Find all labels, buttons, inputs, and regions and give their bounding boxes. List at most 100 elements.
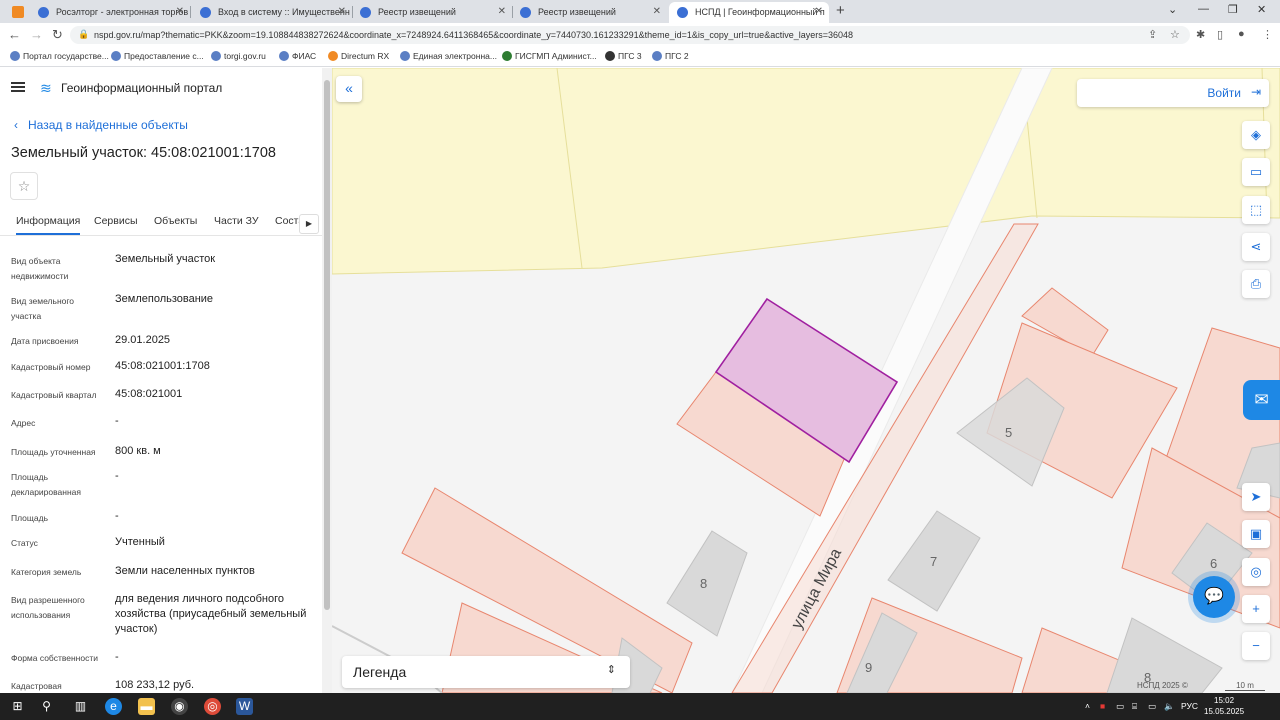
bookmark-item[interactable]: Directum RX <box>328 51 389 61</box>
bookmark-item[interactable]: ГИСГМП Админист... <box>502 51 597 61</box>
property-value: 45:08:021001:1708 <box>115 360 210 372</box>
bookmark-favicon-icon <box>400 51 410 61</box>
select-area-button[interactable]: ⬚ <box>1242 196 1270 224</box>
lock-icon: 🔒 <box>78 29 90 39</box>
messages-button[interactable]: 💬 <box>1193 576 1235 618</box>
zoom-in-button[interactable]: + <box>1242 595 1270 623</box>
menu-burger-icon[interactable] <box>11 82 25 92</box>
bookmarks-bar: Портал государстве... Предоставление с..… <box>0 47 1280 67</box>
tab-favicon-icon <box>360 7 371 18</box>
tray-display-icon[interactable]: ▭ <box>1116 701 1124 712</box>
measure-button[interactable]: ▭ <box>1242 158 1270 186</box>
tabs-scroll-right-icon[interactable]: ▶ <box>299 214 319 234</box>
map-scale: 10 m <box>1225 681 1265 691</box>
profile-icon[interactable]: ● <box>1238 28 1245 40</box>
app-area: ≋ Геоинформационный портал ‹ Назад в найд… <box>0 68 1280 693</box>
bookmark-item[interactable]: Единая электронна... <box>400 51 497 61</box>
share-button[interactable]: ⋖ <box>1242 233 1270 261</box>
language-indicator[interactable]: РУС <box>1181 701 1198 711</box>
search-icon[interactable]: ⚲ <box>38 698 55 715</box>
tray-network-icon[interactable]: ⌸ <box>1132 701 1137 712</box>
bookmark-item[interactable]: ФИАС <box>279 51 316 61</box>
tab-login[interactable]: Вход в систему :: Имущественн ✕ <box>192 2 352 23</box>
bookmark-favicon-icon <box>502 51 512 61</box>
chrome-icon[interactable]: ◎ <box>204 698 221 715</box>
forward-button[interactable]: → <box>30 27 43 42</box>
back-button[interactable]: ← <box>8 27 21 42</box>
tab-favicon-icon <box>38 7 49 18</box>
minimize-button[interactable]: — <box>1198 3 1209 15</box>
tab-separator <box>190 6 191 18</box>
login-button[interactable]: Войти ⇥ <box>1077 79 1269 107</box>
minimap-button[interactable]: ▣ <box>1242 520 1270 548</box>
edge-icon[interactable]: e <box>105 698 122 715</box>
close-icon[interactable]: ✕ <box>815 6 823 17</box>
maximize-button[interactable]: ❐ <box>1228 3 1238 16</box>
tab-notices-2[interactable]: Реестр извещений ✕ <box>512 2 667 23</box>
share-icon[interactable]: ⇪ <box>1148 28 1157 41</box>
tab-favicon-icon <box>677 7 688 18</box>
close-icon[interactable]: ✕ <box>338 6 346 17</box>
bookmark-item[interactable]: ПГС 2 <box>652 51 689 61</box>
chat-bubble-icon: ✉ <box>1254 390 1269 409</box>
close-window-button[interactable]: ✕ <box>1257 3 1266 16</box>
app-icon[interactable]: ◉ <box>171 698 188 715</box>
windows-taskbar: ⊞ ⚲ ▥ e ▬ ◉ ◎ W ˄ ■ ▭ ⌸ ▭ 🔈 РУС 15:02 15… <box>0 693 1280 720</box>
tray-app-icon[interactable]: ■ <box>1100 701 1105 711</box>
task-view-icon[interactable]: ▥ <box>72 698 89 715</box>
file-explorer-icon[interactable]: ▬ <box>138 698 155 715</box>
tab-services[interactable]: Сервисы <box>94 215 138 227</box>
new-tab-button[interactable]: + <box>836 2 845 19</box>
property-label: Площадь декларированная <box>11 472 81 497</box>
url-field[interactable]: 🔒 nspd.gov.ru/map?thematic=PKK&zoom=19.1… <box>70 26 1190 44</box>
property-label: Площадь <box>11 513 49 523</box>
panel-tabs: Информация Сервисы Объекты Части ЗУ Сост… <box>0 206 322 236</box>
print-button[interactable]: ⎙ <box>1242 270 1270 298</box>
tab-information[interactable]: Информация <box>16 215 81 235</box>
property-value: 45:08:021001 <box>115 388 183 400</box>
assistant-button[interactable]: ✉ <box>1243 380 1280 420</box>
close-icon[interactable]: ✕ <box>653 6 661 17</box>
layers-button[interactable]: ◈ <box>1242 121 1270 149</box>
back-to-results-link[interactable]: ‹ Назад в найденные объекты <box>14 118 188 132</box>
bookmark-item[interactable]: torgi.gov.ru <box>211 51 266 61</box>
extensions-icon[interactable]: ✱ <box>1196 28 1205 41</box>
tab-parts[interactable]: Части ЗУ <box>214 215 259 227</box>
sidepanel-icon[interactable]: ▯ <box>1217 28 1223 41</box>
ruler-icon: ▭ <box>1249 164 1263 179</box>
tab-objects[interactable]: Объекты <box>154 215 197 227</box>
locate-button[interactable]: ➤ <box>1242 483 1270 511</box>
panel-scrollbar[interactable] <box>322 68 332 693</box>
bookmark-item[interactable]: ПГС 3 <box>605 51 642 61</box>
tray-battery-icon[interactable]: ▭ <box>1148 701 1156 712</box>
menu-icon[interactable]: ⋮ <box>1262 28 1273 41</box>
collapse-panel-button[interactable]: « <box>336 76 362 102</box>
zoom-out-button[interactable]: − <box>1242 632 1270 660</box>
bookmark-item[interactable]: Портал государстве... <box>10 51 109 61</box>
clock[interactable]: 15:02 15.05.2025 <box>1204 695 1244 717</box>
volume-icon[interactable]: 🔈 <box>1164 701 1175 712</box>
close-icon[interactable]: ✕ <box>498 6 506 17</box>
property-value: Землепользование <box>115 293 214 305</box>
building-number: 5 <box>1005 425 1012 440</box>
tab-nspd[interactable]: НСПД | Геоинформационный п ✕ <box>669 2 829 23</box>
reload-button[interactable]: ↻ <box>52 27 63 43</box>
bookmark-item[interactable]: Предоставление с... <box>111 51 204 61</box>
tab-roseltorg[interactable]: Росэлторг - электронная торгов ✕ <box>30 2 190 23</box>
message-icon: 💬 <box>1204 588 1224 605</box>
legend-selector[interactable]: Легенда ⇕ <box>342 656 630 688</box>
windows-start-icon[interactable]: ⊞ <box>9 698 26 715</box>
tab-search-icon[interactable]: ⌄ <box>1168 3 1177 16</box>
bookmark-star-icon[interactable]: ☆ <box>1170 28 1180 41</box>
scrollbar-thumb[interactable] <box>324 80 330 610</box>
tray-arrow-icon[interactable]: ˄ <box>1085 701 1090 711</box>
word-icon[interactable]: W <box>236 698 253 715</box>
browser-tab-bar: Росэлторг - электронная торгов ✕ Вход в с… <box>0 0 1280 23</box>
select-area-icon: ⬚ <box>1249 202 1263 217</box>
tab-notices-1[interactable]: Реестр извещений ✕ <box>352 2 512 23</box>
close-icon[interactable]: ✕ <box>176 6 184 17</box>
map-canvas[interactable]: улица Мира 5 7 8 6 9 8 НСПД 2025 © 10 m <box>332 68 1280 693</box>
geolocation-button[interactable]: ◎ <box>1242 558 1270 586</box>
share-icon: ⋖ <box>1250 239 1262 254</box>
favorite-star-button[interactable]: ☆ <box>10 172 38 200</box>
